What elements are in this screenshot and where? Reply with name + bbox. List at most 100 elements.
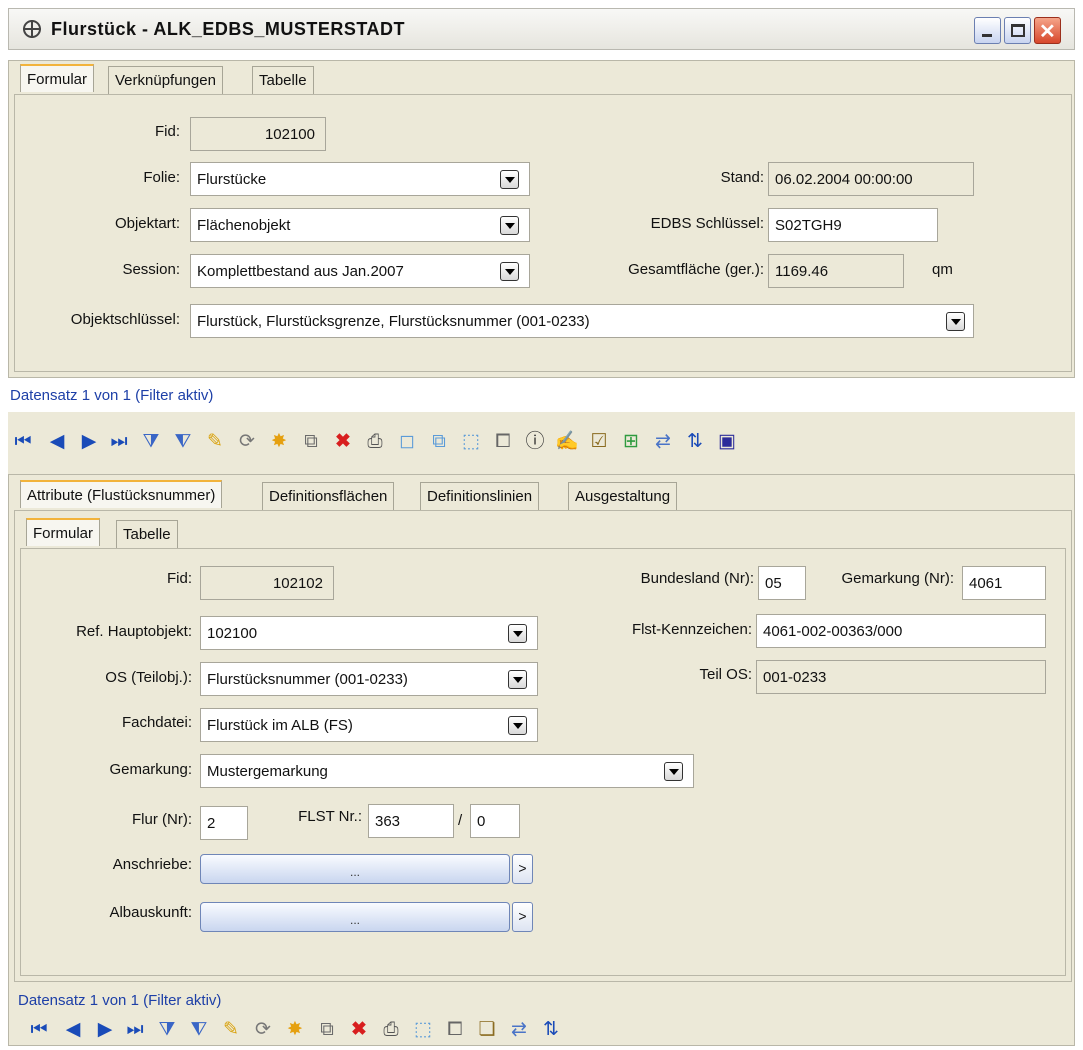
maximize-button[interactable] — [1004, 17, 1031, 44]
ref-hauptobjekt-label: Ref. Hauptobjekt: — [76, 623, 192, 640]
form-check-icon[interactable]: ☑ — [588, 430, 610, 452]
refresh-icon[interactable]: ⟳ — [236, 430, 258, 452]
tab-tabelle[interactable]: Tabelle — [252, 66, 314, 94]
add-geometry-icon[interactable]: ⊞ — [620, 430, 642, 452]
edbs-label: EDBS Schlüssel: — [650, 215, 764, 232]
gemarkung-nr-field[interactable]: 4061 — [962, 566, 1046, 600]
folie-value: Flurstücke — [197, 171, 267, 188]
tab-verknuepfungen[interactable]: Verknüpfungen — [108, 66, 223, 94]
gesamtflaeche-label: Gesamtfläche (ger.): — [628, 261, 764, 278]
clone-icon[interactable]: ⧠ — [492, 430, 514, 452]
top-record-status: Datensatz 1 von 1 (Filter aktiv) — [10, 387, 214, 404]
anschriebe-open-button[interactable]: > — [512, 854, 533, 884]
info-icon[interactable]: ⓘ — [524, 430, 546, 452]
albauskunft-open-button[interactable]: > — [512, 902, 533, 932]
last-record-icon[interactable]: ⏭ — [124, 1018, 146, 1040]
tab-attribute[interactable]: Attribute (Flustücksnummer) — [20, 480, 223, 508]
last-record-icon[interactable]: ⏭ — [108, 430, 130, 452]
tab-definitionslinien[interactable]: Definitionslinien — [420, 482, 540, 510]
tab-ausgestaltung[interactable]: Ausgestaltung — [568, 482, 678, 510]
new-record-icon[interactable]: ✸ — [284, 1018, 306, 1040]
gemarkung-dropdown-icon[interactable] — [664, 762, 683, 781]
albauskunft-label: Albauskunft: — [109, 904, 192, 921]
next-record-icon[interactable]: ▶ — [94, 1018, 116, 1040]
ref-hauptobjekt-select[interactable]: 102100 — [200, 616, 538, 650]
session-value: Komplettbestand aus Jan.2007 — [197, 263, 404, 280]
edit-pencil-icon[interactable]: ✎ — [204, 430, 226, 452]
os-value: Flurstücksnummer (001-0233) — [207, 671, 408, 688]
app-icon — [23, 20, 41, 38]
multi-select-icon[interactable]: ⧉ — [428, 430, 450, 452]
anschriebe-label: Anschriebe: — [112, 856, 192, 873]
anschriebe-button[interactable]: ... — [200, 854, 510, 884]
form-edit-icon[interactable]: ✍ — [555, 430, 579, 452]
map-icon[interactable]: ▣ — [716, 430, 738, 452]
gesamtflaeche-field: 1169.46 — [768, 254, 904, 288]
prev-record-icon[interactable]: ◀ — [62, 1018, 84, 1040]
link-icon[interactable]: ⇄ — [652, 430, 674, 452]
gemarkung-select[interactable]: Mustergemarkung — [200, 754, 694, 788]
flst-sub-field[interactable]: 0 — [470, 804, 520, 838]
first-record-icon[interactable]: ⏮ — [12, 430, 34, 452]
fachdatei-select[interactable]: Flurstück im ALB (FS) — [200, 708, 538, 742]
bottom-fid-label: Fid: — [166, 570, 192, 587]
close-button[interactable]: ✕ — [1034, 17, 1061, 44]
session-select[interactable]: Komplettbestand aus Jan.2007 — [190, 254, 530, 288]
select-frame-icon[interactable]: ⬚ — [460, 430, 482, 452]
os-select[interactable]: Flurstücksnummer (001-0233) — [200, 662, 538, 696]
filter-icon[interactable]: ⧩ — [140, 430, 162, 452]
print-icon[interactable]: ⎙ — [364, 430, 386, 452]
tab-formular[interactable]: Formular — [20, 64, 95, 92]
clone-icon[interactable]: ⧠ — [444, 1018, 466, 1040]
folie-dropdown-icon[interactable] — [500, 170, 519, 189]
folie-label: Folie: — [143, 169, 180, 186]
objektart-select[interactable]: Flächenobjekt — [190, 208, 530, 242]
prev-record-icon[interactable]: ◀ — [46, 430, 68, 452]
sort-icon[interactable]: ⇅ — [540, 1018, 562, 1040]
next-record-icon[interactable]: ▶ — [78, 430, 100, 452]
first-record-icon[interactable]: ⏮ — [28, 1018, 50, 1040]
edbs-field[interactable]: S02TGH9 — [768, 208, 938, 242]
teil-os-field: 001-0233 — [756, 660, 1046, 694]
sort-icon[interactable]: ⇅ — [684, 430, 706, 452]
bundesland-label: Bundesland (Nr): — [640, 570, 754, 587]
tab-inner-tabelle[interactable]: Tabelle — [116, 520, 178, 548]
refresh-icon[interactable]: ⟳ — [252, 1018, 274, 1040]
albauskunft-button[interactable]: ... — [200, 902, 510, 932]
flur-field[interactable]: 2 — [200, 806, 248, 840]
link-icon[interactable]: ⇄ — [508, 1018, 530, 1040]
delete-icon[interactable]: ✖ — [332, 430, 354, 452]
session-dropdown-icon[interactable] — [500, 262, 519, 281]
tab-inner-formular[interactable]: Formular — [26, 518, 101, 546]
filter-icon[interactable]: ⧩ — [156, 1018, 178, 1040]
objektart-dropdown-icon[interactable] — [500, 216, 519, 235]
select-frame-icon[interactable]: ⬚ — [412, 1018, 434, 1040]
minimize-button[interactable] — [974, 17, 1001, 44]
copy-record-icon[interactable]: ⧉ — [300, 430, 322, 452]
tab-definitionsflaechen[interactable]: Definitionsflächen — [262, 482, 395, 510]
flst-field[interactable]: 363 — [368, 804, 454, 838]
filter-off-icon[interactable]: ⧨ — [172, 430, 194, 452]
delete-icon[interactable]: ✖ — [348, 1018, 370, 1040]
copy-record-icon[interactable]: ⧉ — [316, 1018, 338, 1040]
stand-label: Stand: — [720, 169, 764, 186]
edit-pencil-icon[interactable]: ✎ — [220, 1018, 242, 1040]
session-label: Session: — [122, 261, 180, 278]
bottom-record-status: Datensatz 1 von 1 (Filter aktiv) — [18, 992, 222, 1009]
os-dropdown-icon[interactable] — [508, 670, 527, 689]
print-icon[interactable]: ⎙ — [380, 1018, 402, 1040]
ref-hauptobjekt-dropdown-icon[interactable] — [508, 624, 527, 643]
title-bar[interactable]: Flurstück - ALK_EDBS_MUSTERSTADT ✕ — [8, 8, 1075, 50]
folie-select[interactable]: Flurstücke — [190, 162, 530, 196]
new-form-icon[interactable]: ❏ — [476, 1018, 498, 1040]
objektschluessel-select[interactable]: Flurstück, Flurstücksgrenze, Flurstücksn… — [190, 304, 974, 338]
select-icon[interactable]: ◻ — [396, 430, 418, 452]
maximize-icon — [1011, 24, 1025, 37]
kennzeichen-field[interactable]: 4061-002-00363/000 — [756, 614, 1046, 648]
fachdatei-label: Fachdatei: — [121, 714, 192, 731]
new-record-icon[interactable]: ✸ — [268, 430, 290, 452]
fachdatei-dropdown-icon[interactable] — [508, 716, 527, 735]
objektschluessel-dropdown-icon[interactable] — [946, 312, 965, 331]
filter-off-icon[interactable]: ⧨ — [188, 1018, 210, 1040]
bundesland-field[interactable]: 05 — [758, 566, 806, 600]
